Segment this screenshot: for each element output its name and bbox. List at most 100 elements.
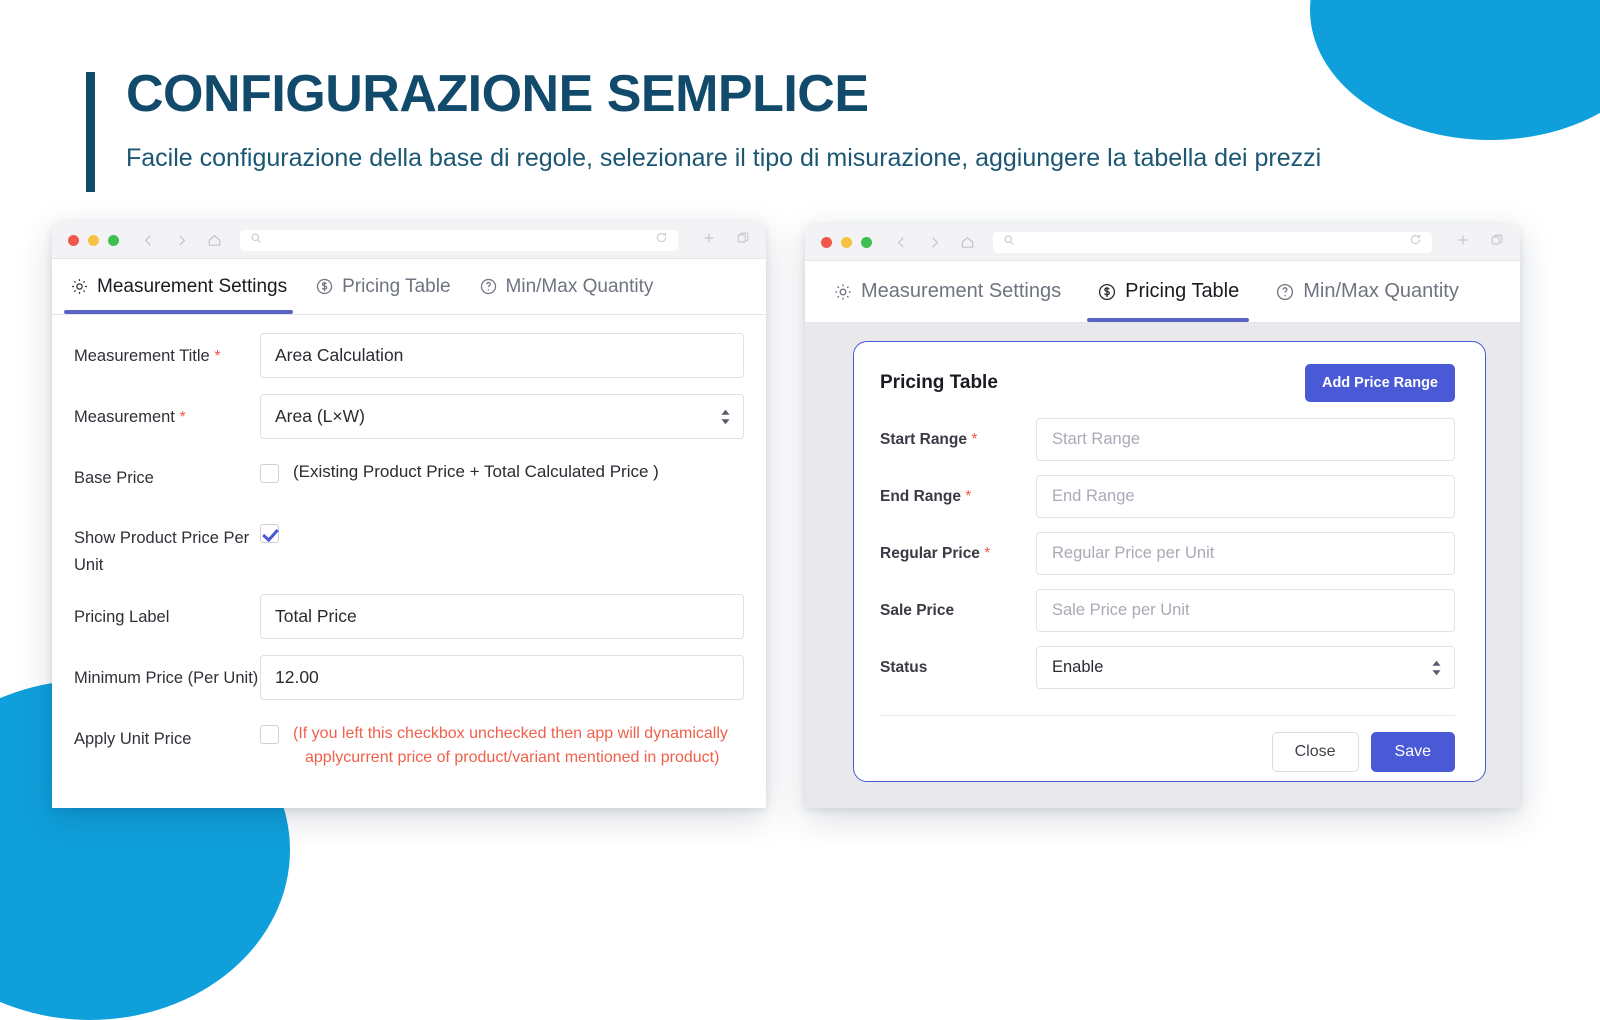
copy-icon[interactable] [1490,233,1504,252]
end-range-input[interactable] [1036,475,1455,518]
measurement-select[interactable] [260,394,744,439]
start-range-input[interactable] [1036,418,1455,461]
plus-icon[interactable] [1456,233,1470,252]
field-status: Status Enable [880,646,1455,689]
address-bar[interactable] [993,231,1432,253]
window-controls[interactable] [68,234,119,246]
regular-price-input[interactable] [1036,532,1455,575]
label-text: End Range [880,487,961,505]
save-button[interactable]: Save [1370,732,1455,772]
required-marker: * [965,487,972,505]
tab-label: Pricing Table [342,275,451,297]
base-price-label: Base Price [74,469,154,487]
label-text: Measurement [74,408,175,426]
home-icon[interactable] [960,235,975,250]
arrow-right-icon[interactable] [174,233,189,248]
arrow-right-icon[interactable] [927,235,942,250]
right-browser-chrome [805,224,1520,261]
arrow-left-icon[interactable] [894,235,909,250]
page-subtitle: Facile configurazione della base di rego… [126,144,1322,173]
required-marker: * [984,544,991,562]
arrow-left-icon[interactable] [141,233,156,248]
pricing-label-input[interactable] [260,594,744,640]
pricing-label-label: Pricing Label [74,608,170,627]
right-browser-window: Measurement Settings Pricing Table Min/M… [805,224,1520,808]
left-tab-bar: Measurement Settings Pricing Table Min/M… [52,259,766,315]
search-icon [1003,233,1015,251]
page-title: CONFIGURAZIONE SEMPLICE [126,65,869,123]
base-price-note: (Existing Product Price + Total Calculat… [293,462,659,481]
minimize-window-dot[interactable] [88,234,99,246]
reload-icon[interactable] [655,231,668,249]
add-price-range-button[interactable]: Add Price Range [1304,364,1455,402]
home-icon[interactable] [207,233,222,248]
close-window-dot[interactable] [821,236,832,248]
label-text: Regular Price [880,544,980,562]
label-text: Measurement Title [74,347,210,365]
tab-label: Measurement Settings [861,280,1062,302]
dollar-circle-icon [1097,282,1117,302]
gear-icon [70,277,89,296]
question-circle-icon [1275,282,1295,302]
end-range-label: End Range * [880,488,1036,506]
copy-icon[interactable] [736,231,750,250]
close-button[interactable]: Close [1271,732,1359,772]
tab-label: Min/Max Quantity [1303,280,1459,302]
field-apply-unit-price: Apply Unit Price (If you left this check… [74,716,744,770]
label-text: Sale Price [880,601,955,619]
apply-unit-price-checkbox[interactable] [260,725,279,745]
status-select[interactable]: Enable [1036,646,1455,689]
plus-icon[interactable] [702,231,716,250]
field-sale-price: Sale Price [880,589,1455,632]
minimize-window-dot[interactable] [841,236,852,248]
required-marker: * [179,409,186,426]
address-bar[interactable] [240,229,678,251]
field-base-price: Base Price (Existing Product Price + Tot… [74,455,744,499]
regular-price-label: Regular Price * [880,545,1036,563]
question-circle-icon [479,277,498,296]
tab-label: Min/Max Quantity [505,275,654,297]
pricing-table-panel: Pricing Table Add Price Range Start Rang… [805,323,1520,808]
gear-icon [833,282,853,302]
status-select-value: Enable [1052,658,1104,676]
left-browser-chrome [52,222,766,259]
pricing-table-card-header: Pricing Table Add Price Range [880,364,1455,402]
required-marker: * [214,348,221,365]
tab-min-max-quantity[interactable]: Min/Max Quantity [1257,261,1477,322]
label-text: Start Range [880,430,967,448]
header-accent-bar [86,72,95,192]
close-window-dot[interactable] [68,234,79,246]
measurement-settings-form: Measurement Title * Measurement * Base P… [52,315,766,806]
right-tab-bar: Measurement Settings Pricing Table Min/M… [805,261,1520,323]
tab-pricing-table[interactable]: Pricing Table [1079,261,1257,322]
measurement-title-input[interactable] [260,333,744,378]
window-controls[interactable] [821,236,872,248]
minimum-price-input[interactable] [260,655,744,701]
tab-pricing-table[interactable]: Pricing Table [301,259,464,314]
show-product-price-checkbox[interactable] [260,524,279,543]
reload-icon[interactable] [1409,233,1422,251]
note-line-1: (If you left this checkbox unchecked the… [293,725,728,743]
maximize-window-dot[interactable] [861,236,872,248]
status-label: Status [880,659,1036,677]
tab-min-max-quantity[interactable]: Min/Max Quantity [465,259,668,314]
field-regular-price: Regular Price * [880,532,1455,575]
pricing-table-card: Pricing Table Add Price Range Start Rang… [853,341,1486,782]
pricing-table-card-footer: Close Save [880,716,1455,772]
tab-measurement-settings[interactable]: Measurement Settings [815,261,1079,322]
apply-unit-price-note: (If you left this checkbox unchecked the… [293,722,728,770]
measurement-title-label: Measurement Title * [74,333,260,370]
sale-price-label: Sale Price [880,602,1036,620]
minimum-price-label: Minimum Price (Per Unit) [74,669,259,688]
maximize-window-dot[interactable] [108,234,119,246]
field-measurement: Measurement * [74,394,744,439]
page-header: CONFIGURAZIONE SEMPLICE Facile configura… [86,65,1322,192]
tab-measurement-settings[interactable]: Measurement Settings [56,259,301,314]
required-marker: * [971,430,978,448]
field-minimum-price: Minimum Price (Per Unit) [74,655,744,701]
base-price-checkbox[interactable] [260,464,279,483]
tab-label: Measurement Settings [97,275,288,297]
sale-price-input[interactable] [1036,589,1455,632]
decorative-circle-top-right [1310,0,1600,140]
field-show-product-price-per-unit: Show Product Price Per Unit [74,515,744,578]
